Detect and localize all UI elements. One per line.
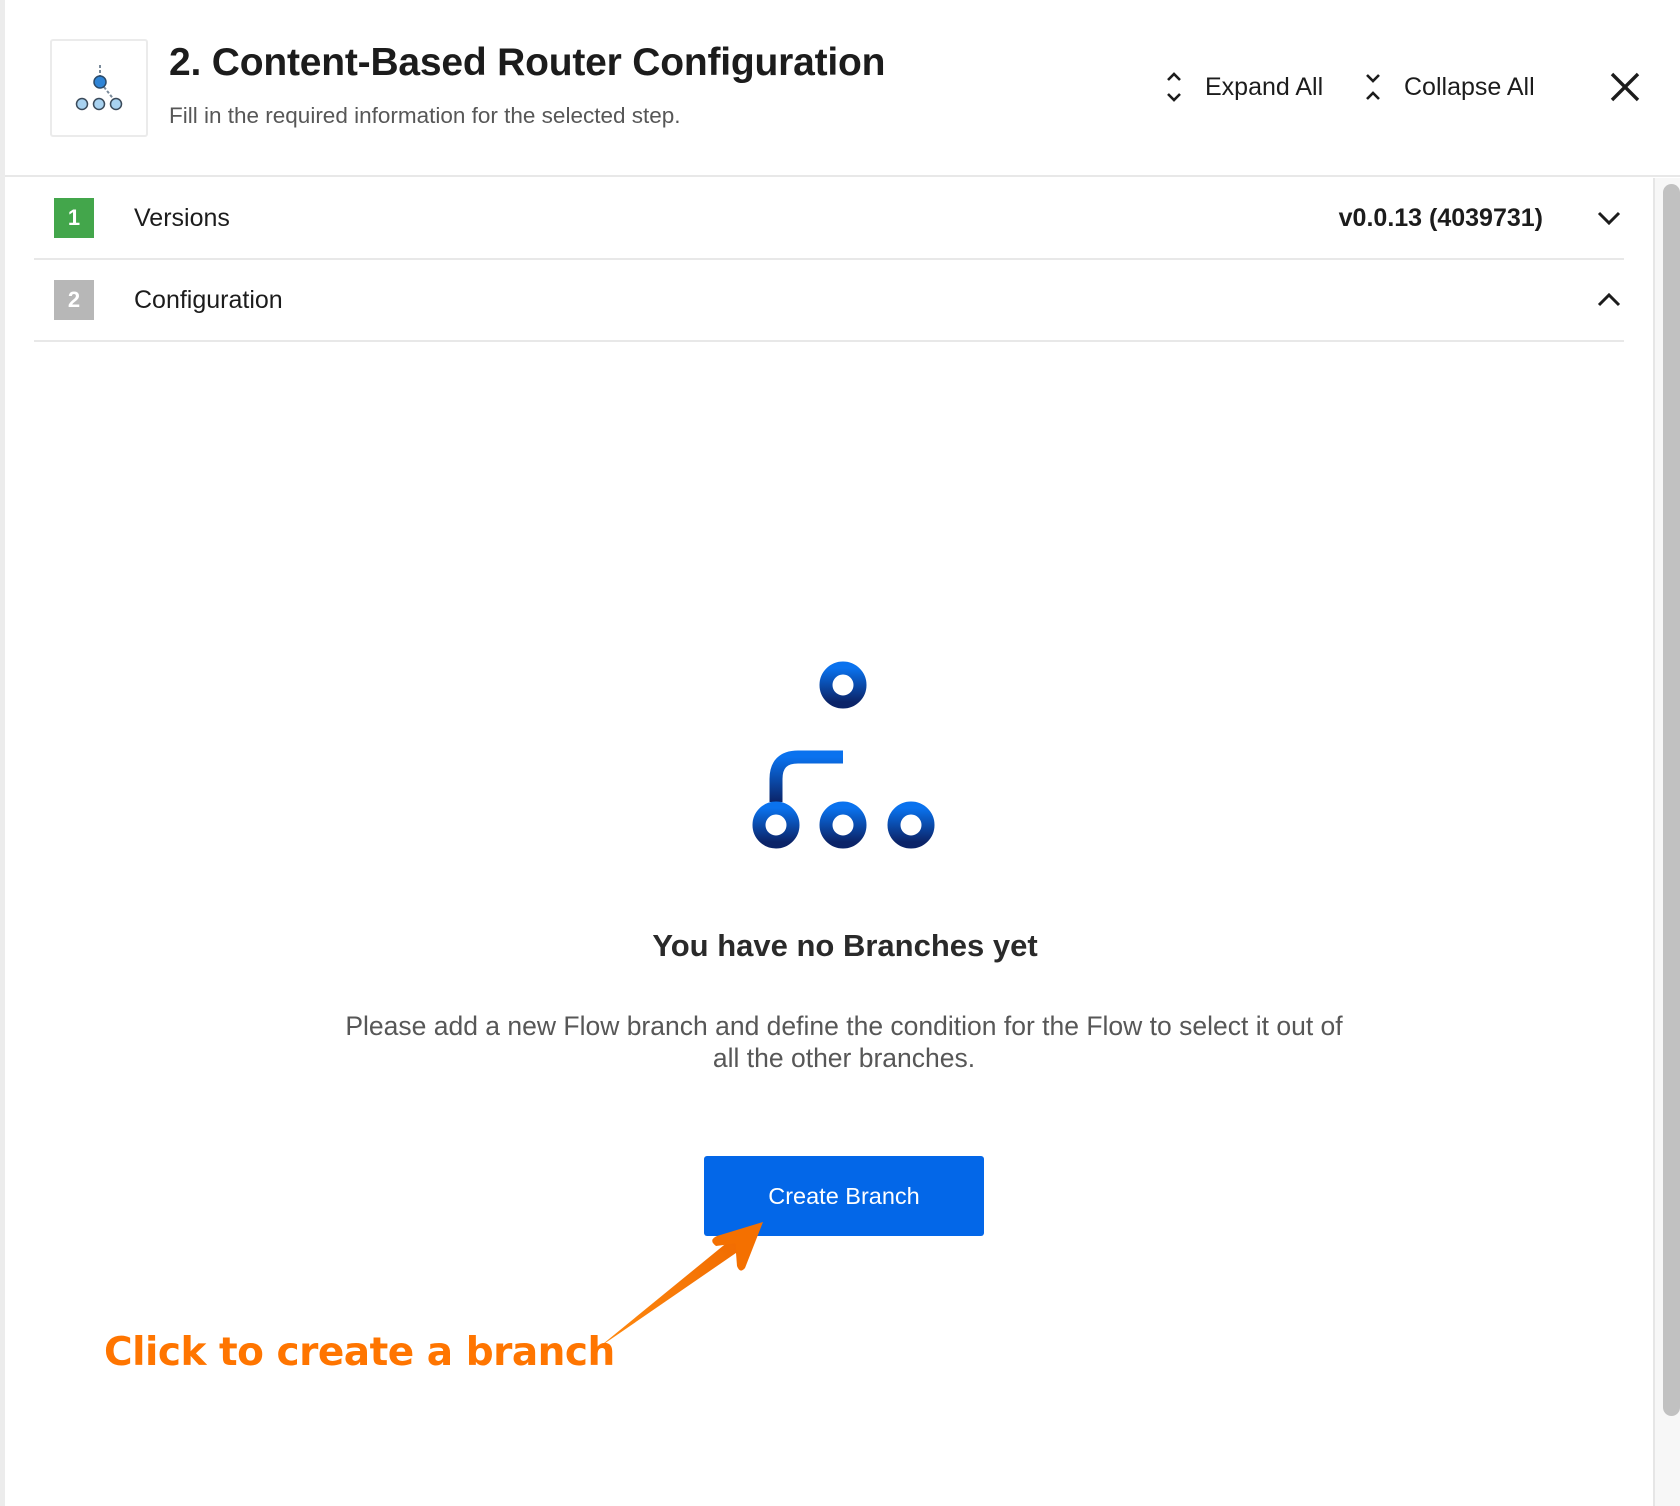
close-icon	[1610, 72, 1640, 102]
empty-state-description: Please add a new Flow branch and define …	[345, 1011, 1343, 1073]
scrollbar-thumb[interactable]	[1663, 184, 1680, 1416]
close-button[interactable]	[1605, 68, 1645, 106]
page-title: 2. Content-Based Router Configuration	[169, 41, 886, 84]
step-number-badge: 1	[54, 198, 94, 238]
chevron-down-icon[interactable]	[1594, 204, 1624, 232]
expand-all-button[interactable]: Expand All	[1163, 70, 1323, 104]
expand-all-label: Expand All	[1205, 72, 1324, 101]
content-based-router-icon	[75, 65, 123, 111]
version-value: v0.0.13 (4039731)	[1338, 204, 1543, 232]
step-row-versions[interactable]: 1 Versions v0.0.13 (4039731)	[34, 178, 1624, 260]
step-row-configuration[interactable]: 2 Configuration	[34, 260, 1624, 342]
step-number-badge: 2	[54, 280, 94, 320]
branches-icon	[752, 661, 935, 849]
collapse-all-button[interactable]: Collapse All	[1362, 70, 1535, 104]
scrollbar[interactable]	[1653, 178, 1680, 1506]
page-subtitle: Fill in the required information for the…	[169, 103, 681, 128]
chevron-up-icon[interactable]	[1594, 286, 1624, 314]
expand-vertical-icon	[1163, 70, 1185, 104]
empty-state-title: You have no Branches yet	[652, 928, 1038, 963]
modal-header: 2. Content-Based Router Configuration Fi…	[5, 0, 1680, 177]
collapse-all-label: Collapse All	[1404, 72, 1535, 101]
step-label: Configuration	[134, 286, 283, 314]
create-branch-button[interactable]: Create Branch	[704, 1156, 984, 1236]
step-label: Versions	[134, 204, 230, 232]
annotation-callout: Click to create a branch	[104, 1330, 615, 1375]
step-logo	[50, 39, 148, 137]
collapse-vertical-icon	[1362, 70, 1384, 104]
